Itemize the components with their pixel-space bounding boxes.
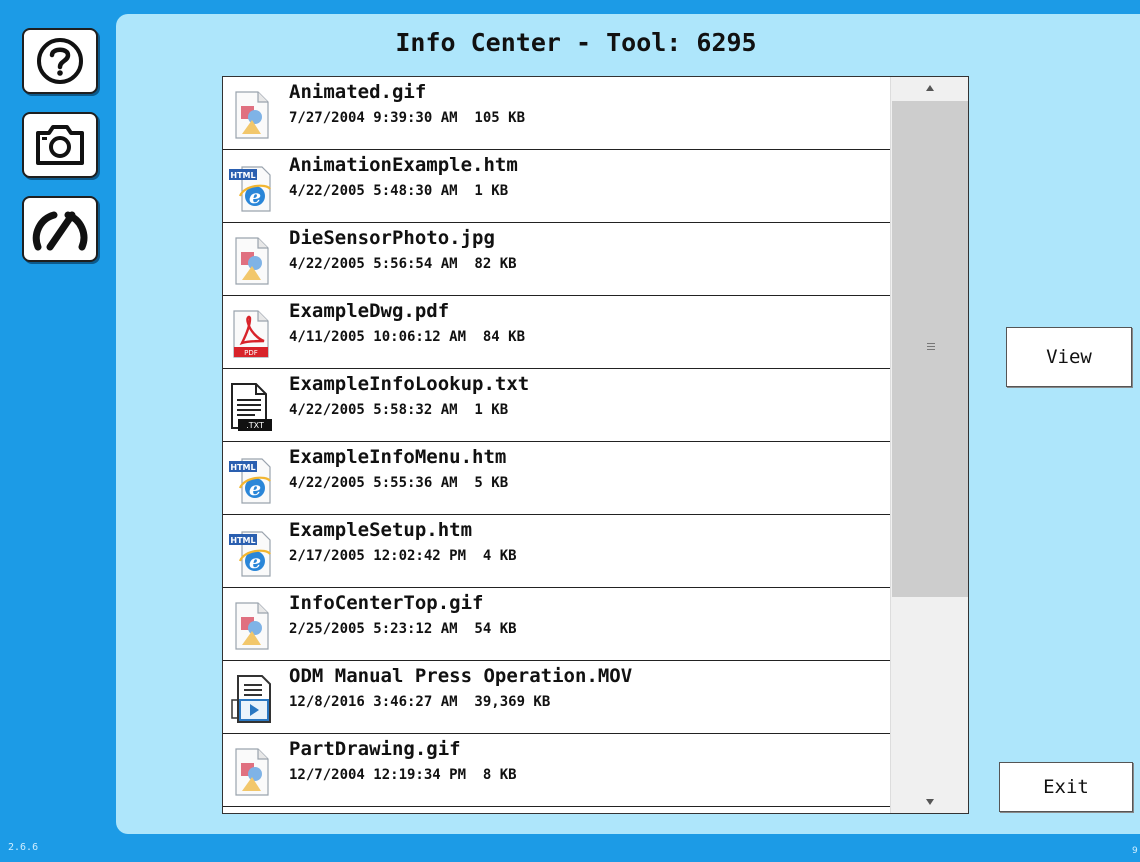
image-file-icon [228, 90, 274, 140]
version-label: 2.6.6 [8, 842, 39, 853]
file-rows: Animated.gif 7/27/2004 9:39:30 AM 105 KB H… [223, 77, 890, 813]
svg-text:HTML: HTML [230, 463, 255, 472]
svg-text:e: e [249, 551, 261, 573]
file-name: ODM Manual Press Operation.MOV [289, 665, 633, 687]
file-name: ExampleInfoMenu.htm [289, 446, 507, 468]
camera-icon [36, 125, 84, 165]
file-name: ExampleDwg.pdf [289, 300, 450, 322]
file-row[interactable]: HTML e AnimationExample.htm 4/22/2005 5:48:… [223, 150, 890, 223]
question-circle-icon [37, 38, 83, 84]
svg-text:HTML: HTML [230, 536, 255, 545]
file-meta: 4/22/2005 5:55:36 AM 5 KB [289, 475, 509, 491]
file-name: DieSensorPhoto.jpg [289, 227, 495, 249]
file-row[interactable] [223, 807, 890, 813]
image-file-icon [228, 601, 274, 651]
image-file-icon [228, 747, 274, 797]
view-button[interactable]: View [1006, 327, 1132, 387]
main-panel: Info Center - Tool: 6295 Animated.gif 7/2… [116, 14, 1140, 834]
file-row[interactable]: Animated.gif 7/27/2004 9:39:30 AM 105 KB [223, 77, 890, 150]
file-meta: 4/11/2005 10:06:12 AM 84 KB [289, 329, 526, 345]
scroll-up-button[interactable] [891, 77, 968, 99]
scroll-thumb[interactable] [892, 101, 968, 597]
file-name: AnimationExample.htm [289, 154, 518, 176]
svg-text:e: e [249, 478, 261, 500]
exit-button[interactable]: Exit [999, 762, 1133, 812]
svg-text:e: e [249, 186, 261, 208]
image-file-icon [228, 236, 274, 286]
file-meta: 7/27/2004 9:39:30 AM 105 KB [289, 110, 526, 126]
file-meta: 4/22/2005 5:56:54 AM 82 KB [289, 256, 517, 272]
page-title: Info Center - Tool: 6295 [395, 28, 757, 57]
arrow-up-icon [926, 85, 934, 91]
camera-button[interactable] [22, 112, 98, 178]
file-row[interactable]: InfoCenterTop.gif 2/25/2005 5:23:12 AM 54… [223, 588, 890, 661]
file-name: InfoCenterTop.gif [289, 592, 484, 614]
file-name: Animated.gif [289, 81, 427, 103]
file-row[interactable]: DieSensorPhoto.jpg 4/22/2005 5:56:54 AM 8… [223, 223, 890, 296]
pdf-file-icon: PDF [228, 309, 274, 359]
file-meta: 12/8/2016 3:46:27 AM 39,369 KB [289, 694, 551, 710]
file-meta: 2/17/2005 12:02:42 PM 4 KB [289, 548, 517, 564]
file-meta: 4/22/2005 5:58:32 AM 1 KB [289, 402, 509, 418]
file-meta: 12/7/2004 12:19:34 PM 8 KB [289, 767, 517, 783]
file-row[interactable]: HTML e ExampleSetup.htm 2/17/2005 12:02:42 … [223, 515, 890, 588]
arrow-down-icon [926, 799, 934, 805]
svg-text:.TXT: .TXT [246, 421, 264, 430]
video-file-icon [228, 674, 274, 724]
file-name: ExampleInfoLookup.txt [289, 373, 530, 395]
file-row[interactable]: PartDrawing.gif 12/7/2004 12:19:34 PM 8 K… [223, 734, 890, 807]
corner-label: 9 [1132, 846, 1138, 856]
html-file-icon: HTML e [228, 455, 274, 505]
file-name: PartDrawing.gif [289, 738, 461, 760]
svg-text:PDF: PDF [244, 349, 258, 357]
html-file-icon: HTML e [228, 163, 274, 213]
html-file-icon: HTML e [228, 528, 274, 578]
file-row[interactable]: PDF ExampleDwg.pdf 4/11/2005 10:06:12 AM 8… [223, 296, 890, 369]
gauge-icon [32, 211, 88, 251]
file-meta: 4/22/2005 5:48:30 AM 1 KB [289, 183, 509, 199]
txt-file-icon: .TXT [228, 382, 274, 432]
file-row[interactable]: HTML e ExampleInfoMenu.htm 4/22/2005 5:55:3… [223, 442, 890, 515]
gauge-button[interactable] [22, 196, 98, 262]
vertical-scrollbar[interactable] [890, 77, 968, 813]
file-list[interactable]: Animated.gif 7/27/2004 9:39:30 AM 105 KB H… [222, 76, 969, 814]
help-button[interactable] [22, 28, 98, 94]
file-name: ExampleSetup.htm [289, 519, 473, 541]
file-meta: 2/25/2005 5:23:12 AM 54 KB [289, 621, 517, 637]
file-row[interactable]: ODM Manual Press Operation.MOV 12/8/2016 … [223, 661, 890, 734]
file-row[interactable]: .TXT ExampleInfoLookup.txt 4/22/2005 5:58:… [223, 369, 890, 442]
svg-text:HTML: HTML [230, 171, 255, 180]
grip-icon [927, 343, 935, 350]
scroll-down-button[interactable] [891, 791, 968, 813]
